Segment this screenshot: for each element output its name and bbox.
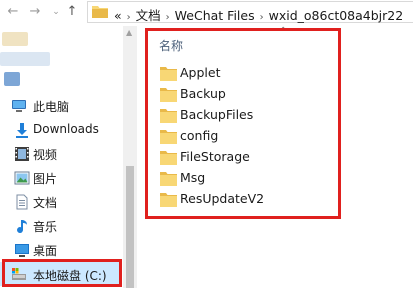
sidebar-item-label: 图片 <box>33 172 58 186</box>
sidebar-item-music[interactable]: 音乐 <box>0 215 120 237</box>
highlight-box-file-list <box>145 28 341 219</box>
navigation-toolbar: ← → ⌄ ↑ «› 文档 › WeChat Files › wxid_o86ct08a4… <box>0 0 413 26</box>
scroll-up-arrow-icon[interactable]: ▲ <box>126 28 132 37</box>
music-note-icon <box>17 220 27 234</box>
breadcrumb-wechat-files[interactable]: WeChat Files <box>175 8 255 23</box>
sidebar-item-label: 桌面 <box>33 244 58 258</box>
sidebar-item-label: 音乐 <box>33 220 58 234</box>
forward-arrow-icon[interactable]: → <box>26 3 44 21</box>
breadcrumb-documents[interactable]: 文档 <box>136 8 161 23</box>
desktop-icon <box>15 244 29 257</box>
document-icon <box>16 194 28 210</box>
scrollbar-thumb[interactable] <box>126 166 134 288</box>
breadcrumb-overflow[interactable]: « <box>114 8 122 23</box>
sidebar-item-documents[interactable]: 文档 <box>0 191 120 213</box>
pictures-icon <box>14 171 30 185</box>
sidebar-item-label: 文档 <box>33 196 58 210</box>
sidebar-item-label: Downloads <box>33 122 99 136</box>
navigation-pane: 此电脑 Downloads 视频 图片 文档 音乐 桌面 本地磁盘 (C:) <box>0 26 122 288</box>
quick-access-blurred <box>2 32 28 46</box>
download-arrow-icon <box>16 123 28 138</box>
sidebar-item-this-pc[interactable]: 此电脑 <box>0 95 120 117</box>
computer-icon <box>12 100 26 112</box>
highlight-box-local-disk <box>2 259 122 287</box>
sidebar-item-label: 视频 <box>33 148 58 162</box>
folder-icon <box>92 6 108 18</box>
breadcrumb-wxid[interactable]: wxid_o86ct08a4bjr22 <box>269 8 404 23</box>
quick-access-blurred <box>4 72 20 86</box>
sidebar-item-downloads[interactable]: Downloads <box>0 119 120 141</box>
up-arrow-icon[interactable]: ↑ <box>63 3 81 21</box>
sidebar-item-videos[interactable]: 视频 <box>0 143 120 165</box>
sidebar-scrollbar[interactable]: ▲ <box>123 26 137 288</box>
film-icon <box>15 147 29 161</box>
sidebar-item-label: 此电脑 <box>33 100 70 114</box>
quick-access-blurred <box>0 52 50 66</box>
sidebar-item-pictures[interactable]: 图片 <box>0 167 120 189</box>
address-bar[interactable]: «› 文档 › WeChat Files › wxid_o86ct08a4bjr22 <box>87 1 413 23</box>
back-arrow-icon[interactable]: ← <box>4 3 22 21</box>
sidebar-item-desktop[interactable]: 桌面 <box>0 239 120 261</box>
breadcrumb: «› 文档 › WeChat Files › wxid_o86ct08a4bjr22 <box>114 8 404 23</box>
